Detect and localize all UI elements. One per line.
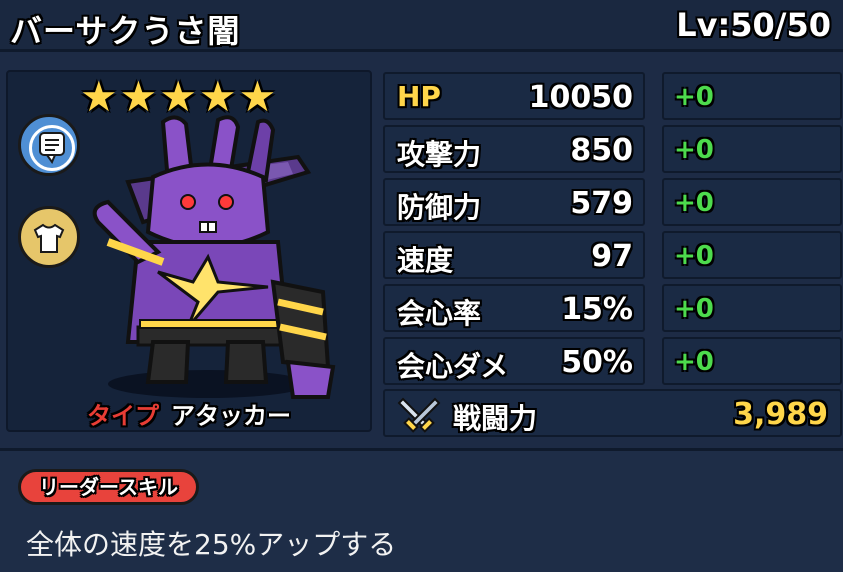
- bonus-value: +0: [674, 241, 714, 271]
- stat-label: 会心ダメ: [397, 350, 509, 383]
- stat-label: HP: [397, 80, 441, 113]
- character-name: バーサクうさ闇: [10, 12, 241, 50]
- header-bar: バーサクうさ闇 Lv:50/50: [0, 0, 843, 52]
- bonus-value: +0: [674, 294, 714, 324]
- outfit-icon: [33, 223, 65, 253]
- leader-skill-description: 全体の速度を25%アップする: [26, 528, 397, 561]
- stat-row-crit-damage: 会心ダメ 50%: [383, 337, 645, 385]
- bonus-value: +0: [674, 188, 714, 218]
- stat-value: 15%: [561, 292, 633, 327]
- type-row: タイプ アタッカー: [8, 396, 370, 431]
- stat-row-defense: 防御力 579: [383, 178, 645, 226]
- stat-row-attack: 攻撃力 850: [383, 125, 645, 173]
- stat-value: 850: [570, 133, 633, 168]
- bonus-box: +0: [662, 125, 842, 173]
- stat-label: 防御力: [397, 191, 482, 224]
- stat-value: 50%: [561, 345, 633, 380]
- crossed-swords-icon: [397, 397, 441, 433]
- bonus-value: +0: [674, 135, 714, 165]
- battle-power-row: 戦闘力 3,989: [383, 389, 842, 437]
- stat-row-crit-rate: 会心率 15%: [383, 284, 645, 332]
- profile-icon: [39, 132, 65, 164]
- stat-value: 97: [591, 239, 633, 274]
- bonus-box: +0: [662, 284, 842, 332]
- bonus-box: +0: [662, 337, 842, 385]
- bonus-value: +0: [674, 82, 714, 112]
- type-label: タイプ: [87, 402, 159, 430]
- bonus-value: +0: [674, 347, 714, 377]
- stat-label: 会心率: [397, 297, 482, 330]
- leader-skill-panel: リーダースキル 全体の速度を25%アップする: [0, 448, 843, 572]
- bonus-box: +0: [662, 72, 842, 120]
- stat-row-hp: HP 10050: [383, 72, 645, 120]
- bonus-box: +0: [662, 231, 842, 279]
- stat-value: 579: [570, 186, 633, 221]
- battle-power-label: 戦闘力: [453, 402, 538, 435]
- stat-label: 攻撃力: [397, 138, 482, 171]
- type-value: アタッカー: [171, 402, 291, 430]
- stat-label: 速度: [397, 244, 454, 277]
- stat-row-speed: 速度 97: [383, 231, 645, 279]
- leader-skill-badge: リーダースキル: [18, 469, 199, 505]
- level-indicator: Lv:50/50: [676, 6, 831, 44]
- battle-power-value: 3,989: [733, 397, 828, 432]
- character-illustration: [92, 115, 336, 399]
- character-panel: ★ ★ ★ ★ ★ タイプ アタッカー: [6, 70, 372, 432]
- bonus-box: +0: [662, 178, 842, 226]
- stat-value: 10050: [528, 80, 633, 115]
